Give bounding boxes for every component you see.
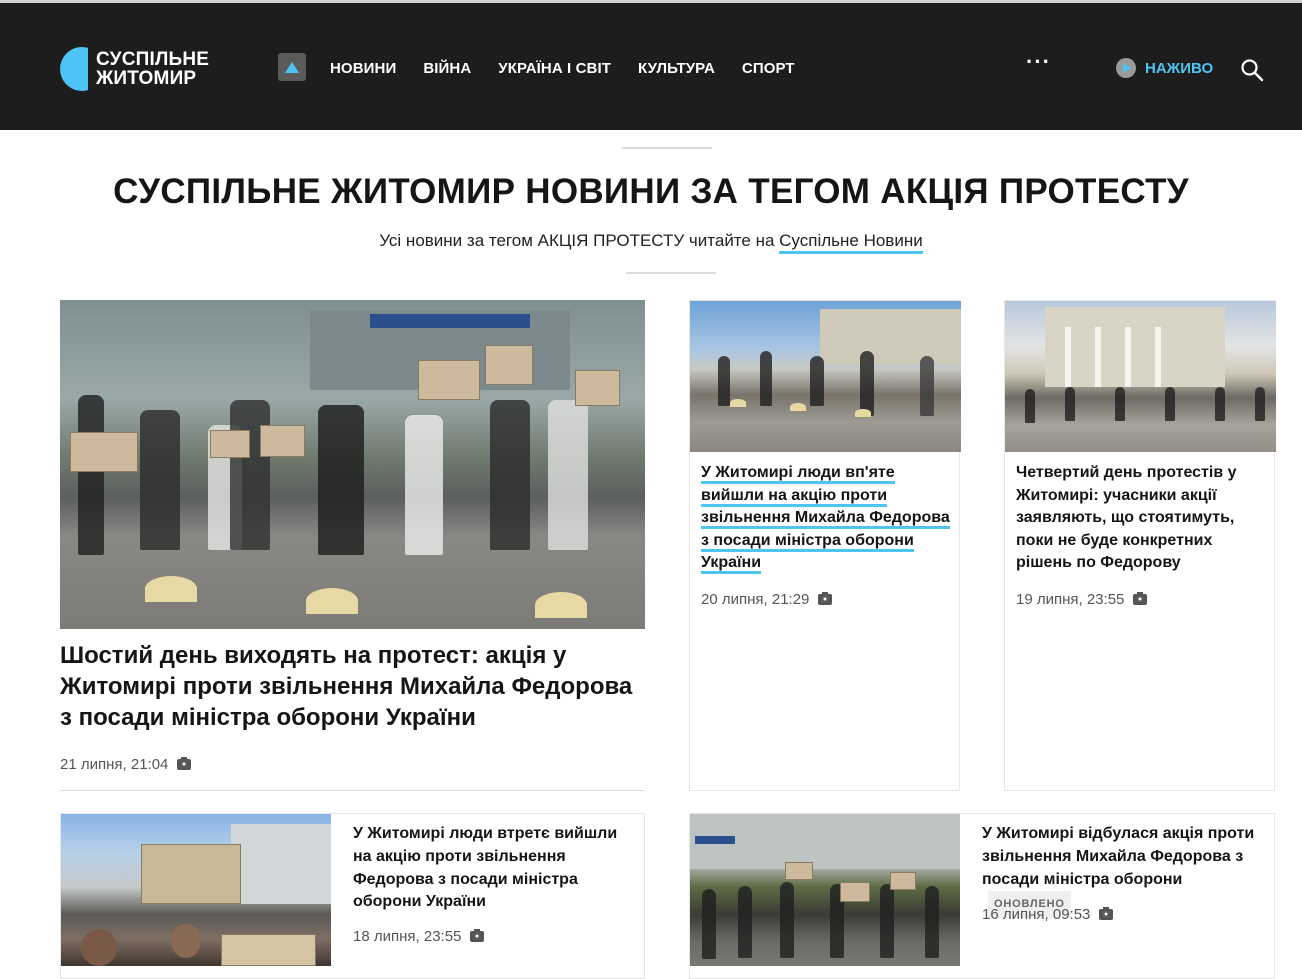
article-5-title: У Житомирі відбулася акція проти звільне… bbox=[982, 823, 1262, 919]
home-button[interactable] bbox=[278, 53, 306, 81]
camera-icon bbox=[818, 592, 833, 605]
article-4-title: У Житомирі люди втретє вийшли на акцію п… bbox=[353, 825, 618, 911]
article-2-date: 20 липня, 21:29 bbox=[701, 591, 810, 608]
article-4-card[interactable]: У Житомирі люди втретє вийшли на акцію п… bbox=[60, 813, 645, 979]
live-button[interactable]: НАЖИВО bbox=[1116, 58, 1213, 78]
camera-icon bbox=[1099, 907, 1114, 920]
logo-line-2: ЖИТОМИР bbox=[96, 68, 197, 89]
article-5-card[interactable]: У Житомирі відбулася акція проти звільне… bbox=[689, 813, 1275, 979]
article-1-title[interactable]: Шостий день виходять на протест: акція у… bbox=[60, 640, 640, 733]
nav-item-war[interactable]: ВІЙНА bbox=[423, 60, 471, 77]
logo-mark-icon bbox=[60, 47, 88, 91]
article-4-meta: 18 липня, 23:55 bbox=[353, 928, 485, 945]
article-2-photo bbox=[690, 301, 961, 452]
nav-item-culture[interactable]: КУЛЬТУРА bbox=[638, 60, 715, 77]
article-3-title: Четвертий день протестів у Житомирі: уча… bbox=[1016, 464, 1237, 572]
camera-icon bbox=[1133, 592, 1148, 605]
article-5-photo bbox=[690, 814, 960, 966]
article-5-meta: 16 липня, 09:53 bbox=[982, 906, 1114, 923]
nav-item-ukraine-world[interactable]: УКРАЇНА І СВІТ bbox=[498, 60, 611, 77]
search-icon[interactable] bbox=[1240, 58, 1264, 82]
title-divider-top bbox=[622, 147, 712, 149]
nav-item-sport[interactable]: СПОРТ bbox=[742, 60, 795, 77]
article-5-title-text: У Житомирі відбулася акція проти звільне… bbox=[982, 825, 1255, 888]
article-4-date: 18 липня, 23:55 bbox=[353, 928, 462, 945]
subtitle-text: Усі новини за тегом АКЦІЯ ПРОТЕСТУ читай… bbox=[379, 231, 780, 250]
suspilne-news-link[interactable]: Суспільне Новини bbox=[779, 231, 923, 254]
article-2-title-text: У Житомирі люди вп'яте вийшли на акцію п… bbox=[701, 464, 950, 575]
nav-item-news[interactable]: НОВИНИ bbox=[330, 60, 396, 77]
article-1-meta: 21 липня, 21:04 bbox=[60, 756, 192, 773]
live-label: НАЖИВО bbox=[1145, 59, 1214, 77]
logo-text: СУСПІЛЬНЕ ЖИТОМИР bbox=[96, 50, 209, 88]
article-2-card[interactable]: У Житомирі люди вп'яте вийшли на акцію п… bbox=[689, 300, 961, 791]
article-1-photo[interactable] bbox=[60, 300, 645, 629]
more-menu-button[interactable]: ··· bbox=[1026, 51, 1051, 73]
triangle-icon bbox=[285, 61, 299, 73]
page-subtitle: Усі новини за тегом АКЦІЯ ПРОТЕСТУ читай… bbox=[0, 231, 1302, 254]
site-logo[interactable]: СУСПІЛЬНЕ ЖИТОМИР bbox=[60, 47, 209, 91]
main-nav: НОВИНИ ВІЙНА УКРАЇНА І СВІТ КУЛЬТУРА СПО… bbox=[278, 53, 822, 81]
article-3-photo bbox=[1005, 301, 1276, 452]
site-header: СУСПІЛЬНЕ ЖИТОМИР НОВИНИ ВІЙНА УКРАЇНА І… bbox=[0, 0, 1302, 130]
divider bbox=[60, 790, 645, 791]
camera-icon bbox=[177, 757, 192, 770]
article-3-card[interactable]: Четвертий день протестів у Житомирі: уча… bbox=[1004, 300, 1276, 791]
article-3-date: 19 липня, 23:55 bbox=[1016, 591, 1125, 608]
logo-line-1: СУСПІЛЬНЕ bbox=[96, 49, 210, 70]
play-icon bbox=[1116, 58, 1136, 78]
title-divider-bottom bbox=[626, 272, 716, 274]
article-2-meta: 20 липня, 21:29 bbox=[701, 591, 833, 608]
page-title: СУСПІЛЬНЕ ЖИТОМИР НОВИНИ ЗА ТЕГОМ АКЦІЯ … bbox=[113, 172, 1189, 211]
article-4-photo bbox=[61, 814, 331, 966]
article-5-date: 16 липня, 09:53 bbox=[982, 906, 1091, 923]
article-2-title: У Житомирі люди вп'яте вийшли на акцію п… bbox=[701, 462, 956, 575]
article-3-meta: 19 липня, 23:55 bbox=[1016, 591, 1148, 608]
article-1-date: 21 липня, 21:04 bbox=[60, 756, 169, 773]
camera-icon bbox=[470, 929, 485, 942]
